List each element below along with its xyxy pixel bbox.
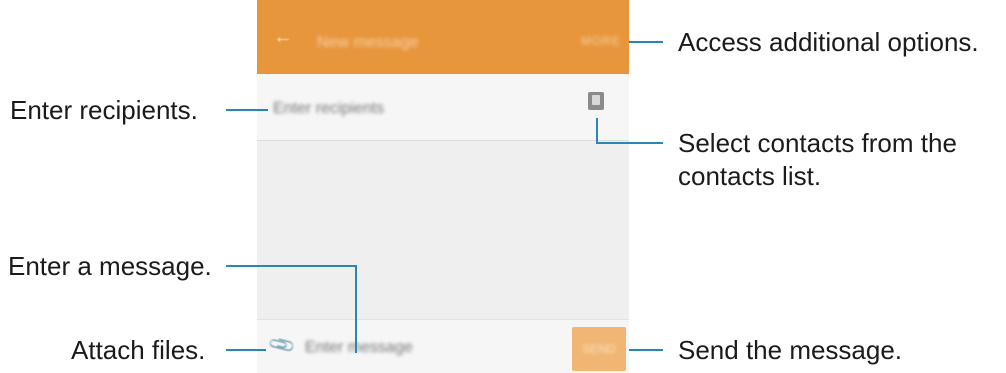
callout-line-message-vertical [355,265,357,353]
callout-send-message: Send the message. [678,335,903,365]
recipient-row [257,74,629,141]
attach-icon[interactable]: 📎 [267,330,297,359]
contact-picker-icon[interactable] [588,92,604,110]
app-title: New message [317,34,419,51]
callout-line-recipients [226,109,268,111]
callout-line-contacts [596,142,663,144]
callout-line-options [629,41,663,43]
send-button[interactable]: SEND [572,327,626,371]
callout-line-send [629,349,663,351]
more-options-button[interactable]: MORE [581,34,621,48]
app-bar: ← New message MORE [257,0,629,74]
message-input[interactable] [305,337,535,359]
callout-attach-files: Attach files. [71,335,206,365]
send-button-label: SEND [582,342,616,356]
back-arrow-icon[interactable]: ← [273,27,293,47]
callout-line-attach [226,349,266,351]
compose-message-screen: ← New message MORE 📎 SEND [257,0,629,373]
callout-enter-message: Enter a message. [8,251,212,281]
callout-line-message [226,265,357,267]
callout-enter-recipients: Enter recipients. [10,95,198,125]
callout-select-contacts-line1: Select contacts from the [678,128,957,158]
message-thread-area [257,141,629,319]
callout-line-contacts-vertical [596,118,598,143]
recipient-input[interactable] [273,98,533,120]
callout-select-contacts-line2: contacts list. [678,161,822,191]
callout-access-options: Access additional options. [678,27,979,57]
compose-bar: 📎 SEND [257,319,629,373]
